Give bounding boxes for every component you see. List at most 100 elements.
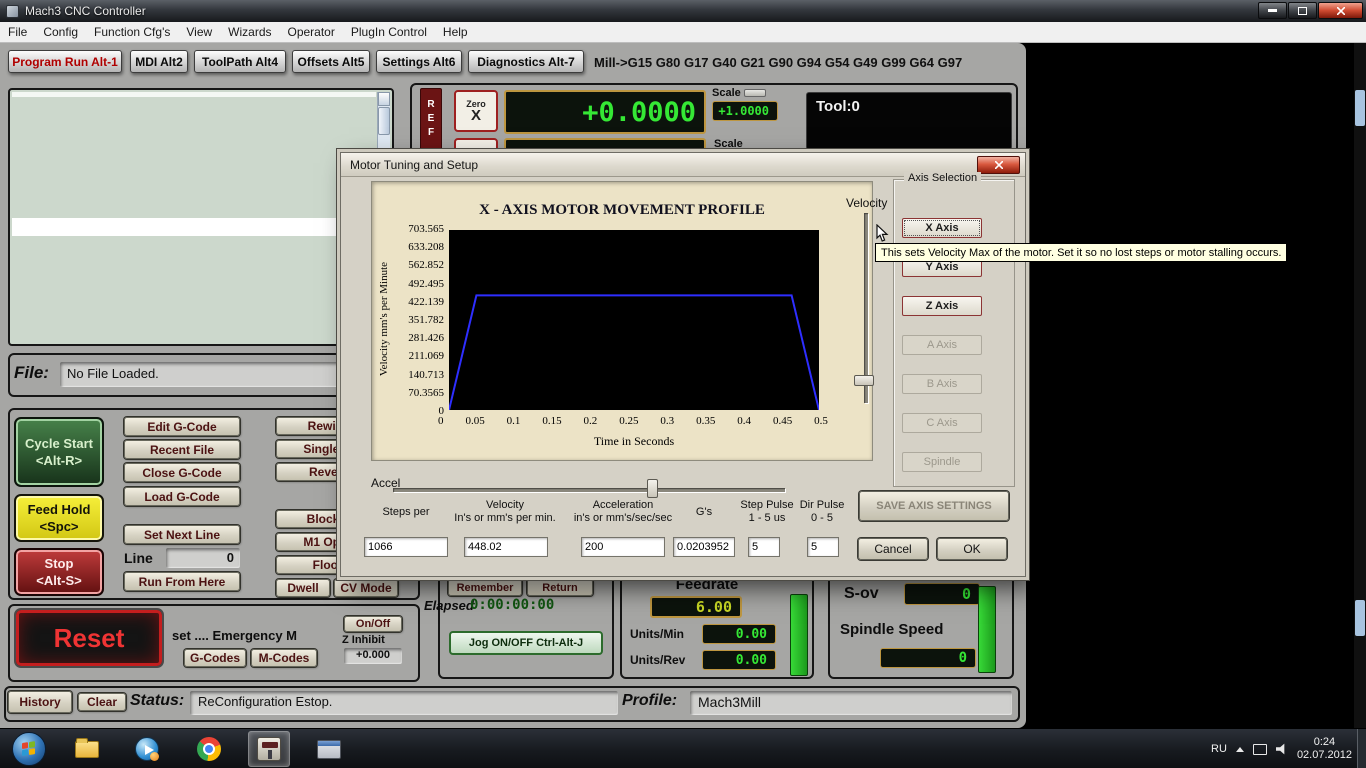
x-axis-button[interactable]: X Axis [902, 218, 982, 238]
velocity-slider[interactable] [853, 213, 877, 403]
cancel-button[interactable]: Cancel [858, 538, 928, 560]
gcode-display[interactable] [8, 88, 394, 346]
x-tick-label: 0.4 [737, 415, 751, 427]
jog-onoff-button[interactable]: Jog ON/OFF Ctrl-Alt-J [449, 631, 603, 655]
edit-gcode-button[interactable]: Edit G-Code [124, 417, 240, 436]
scale-label-2: Scale [714, 138, 743, 150]
step-pulse-label: Step Pulse1 - 5 us [737, 497, 797, 527]
menu-help[interactable]: Help [435, 23, 476, 41]
x-tick-label: 0.5 [814, 415, 828, 427]
explorer-taskbar-icon[interactable] [66, 731, 108, 767]
scroll-up-icon[interactable] [378, 92, 390, 106]
accel-slider[interactable] [393, 479, 785, 499]
profile-label: Profile: [622, 692, 677, 710]
tab-toolpath[interactable]: ToolPath Alt4 [194, 50, 286, 73]
step-pulse-input[interactable] [748, 537, 780, 557]
acceleration-input[interactable] [581, 537, 665, 557]
tab-settings[interactable]: Settings Alt6 [376, 50, 462, 73]
scale-widget: Scale +1.0000 [712, 87, 780, 137]
stop-button[interactable]: Stop <Alt-S> [14, 548, 104, 596]
dwell-button[interactable]: Dwell [276, 579, 330, 597]
chrome-taskbar-icon[interactable] [188, 731, 230, 767]
window-app-taskbar-icon[interactable] [308, 731, 350, 767]
clear-button[interactable]: Clear [78, 693, 126, 711]
cycle-start-button[interactable]: Cycle Start <Alt-R> [14, 417, 104, 487]
scrollbar-thumb[interactable] [378, 107, 390, 135]
remember-button[interactable]: Remember [448, 579, 522, 596]
menu-plugin-control[interactable]: PlugIn Control [343, 23, 435, 41]
menu-file[interactable]: File [0, 23, 35, 41]
sov-dro[interactable]: 0 [904, 583, 980, 605]
run-from-here-button[interactable]: Run From Here [124, 572, 240, 591]
tab-program-run[interactable]: Program Run Alt-1 [8, 50, 122, 73]
spindle-override-bar[interactable] [978, 586, 996, 673]
z-axis-button[interactable]: Z Axis [902, 296, 982, 316]
cv-mode-button[interactable]: CV Mode [334, 579, 398, 597]
x-axis-dro[interactable]: +0.0000 [504, 90, 706, 134]
feed-hold-button[interactable]: Feed Hold <Spc> [14, 494, 104, 542]
maximize-icon[interactable] [1288, 2, 1317, 19]
velocity-field-label: VelocityIn's or mm's per min. [449, 497, 561, 527]
ok-button[interactable]: OK [937, 538, 1007, 560]
tab-mdi[interactable]: MDI Alt2 [130, 50, 188, 73]
tab-offsets[interactable]: Offsets Alt5 [292, 50, 370, 73]
gs-input[interactable] [673, 537, 735, 557]
menu-view[interactable]: View [178, 23, 220, 41]
volume-tray-icon[interactable] [1276, 743, 1288, 755]
onoff-button[interactable]: On/Off [344, 616, 402, 632]
menu-operator[interactable]: Operator [280, 23, 343, 41]
reset-button[interactable]: Reset [14, 608, 164, 668]
zero-x-button[interactable]: Zero X [454, 90, 498, 132]
return-button[interactable]: Return [527, 579, 593, 596]
scale-dro[interactable]: +1.0000 [712, 101, 778, 121]
taskbar-clock[interactable]: 0:24 02.07.2012 [1297, 736, 1352, 762]
media-player-taskbar-icon[interactable] [126, 731, 168, 767]
x-tick-label: 0.2 [584, 415, 598, 427]
units-rev-label: Units/Rev [630, 653, 685, 667]
scrollbar-thumb[interactable] [1355, 90, 1365, 126]
spindle-speed-dro[interactable]: 0 [880, 648, 976, 668]
load-gcode-button[interactable]: Load G-Code [124, 487, 240, 506]
velocity-input[interactable] [464, 537, 548, 557]
menu-wizards[interactable]: Wizards [220, 23, 279, 41]
language-indicator[interactable]: RU [1211, 743, 1227, 755]
mach3-taskbar-icon[interactable] [248, 731, 290, 767]
feedrate-dro[interactable]: 6.00 [650, 596, 742, 618]
ref-button[interactable]: REF [420, 88, 442, 152]
desktop-scrollbar[interactable] [1354, 43, 1366, 728]
recent-file-button[interactable]: Recent File [124, 440, 240, 459]
media-player-icon [135, 737, 159, 761]
line-number-field[interactable]: 0 [166, 548, 240, 568]
menu-config[interactable]: Config [35, 23, 86, 41]
close-gcode-button[interactable]: Close G-Code [124, 463, 240, 482]
scrollbar-thumb[interactable] [1355, 600, 1365, 636]
menu-function-cfgs[interactable]: Function Cfg's [86, 23, 178, 41]
tab-diagnostics[interactable]: Diagnostics Alt-7 [468, 50, 584, 73]
z-inhibit-value[interactable]: +0.000 [344, 648, 402, 664]
save-axis-settings-button[interactable]: SAVE AXIS SETTINGS [859, 491, 1009, 521]
accel-slider-thumb[interactable] [647, 479, 658, 498]
velocity-slider-thumb[interactable] [854, 375, 874, 386]
history-button[interactable]: History [8, 691, 72, 713]
start-button[interactable] [12, 732, 46, 766]
set-next-line-button[interactable]: Set Next Line [124, 525, 240, 544]
dialog-close-icon[interactable] [977, 156, 1020, 174]
close-icon[interactable] [1318, 2, 1363, 19]
feedrate-override-bar[interactable] [790, 594, 808, 676]
show-desktop-button[interactable] [1357, 729, 1366, 768]
show-hidden-icons-icon[interactable] [1236, 747, 1244, 752]
y-tick-label: 140.713 [408, 369, 444, 381]
gcodes-button[interactable]: G-Codes [184, 649, 246, 667]
accel-slider-track[interactable] [393, 488, 785, 492]
dir-pulse-input[interactable] [807, 537, 839, 557]
mcodes-button[interactable]: M-Codes [251, 649, 317, 667]
scale-slider-icon[interactable] [744, 89, 766, 97]
b-axis-button: B Axis [902, 374, 982, 394]
steps-per-input[interactable] [364, 537, 448, 557]
y-tick-label: 562.852 [408, 259, 444, 271]
network-tray-icon[interactable] [1253, 744, 1267, 755]
minimize-icon[interactable] [1258, 2, 1287, 19]
velocity-slider-label: Velocity [846, 196, 887, 210]
window-titlebar: Mach3 CNC Controller [0, 0, 1366, 22]
y-tick-label: 281.426 [408, 332, 444, 344]
